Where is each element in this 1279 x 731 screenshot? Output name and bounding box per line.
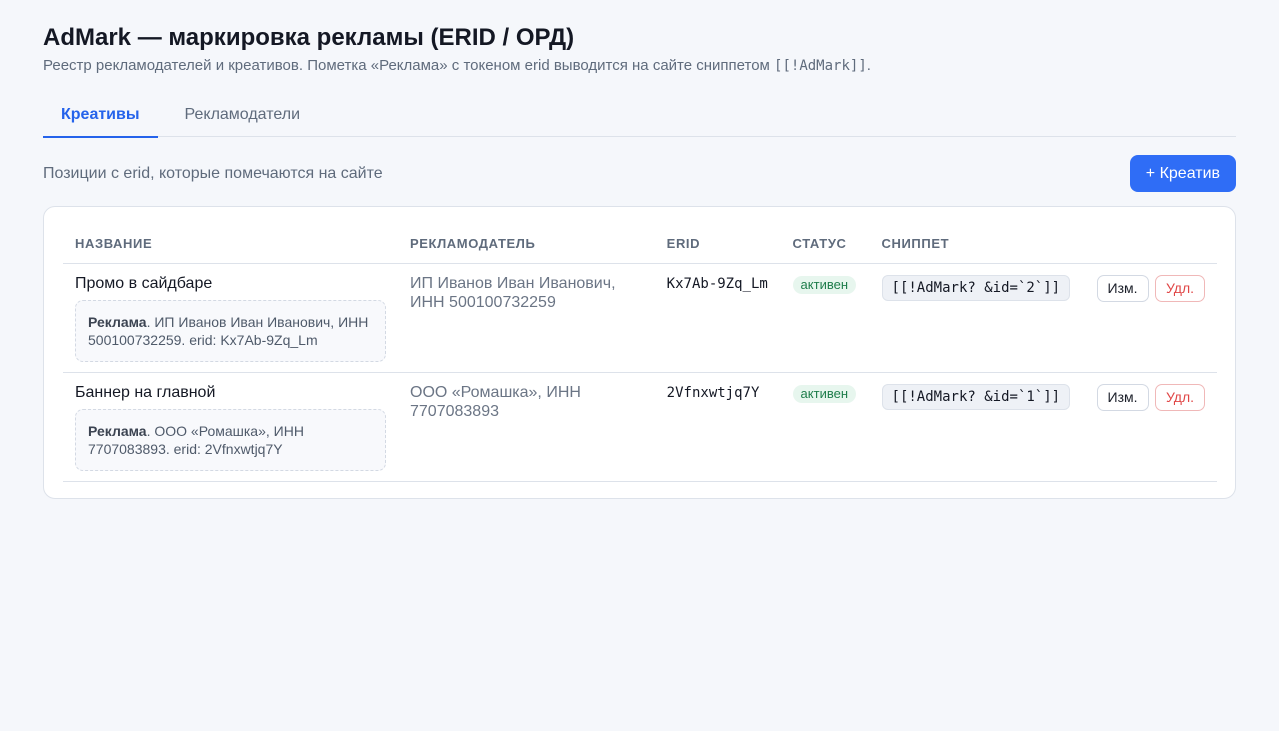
status-badge: активен	[792, 384, 856, 403]
advertiser-name: ООО «Ромашка», ИНН 7707083893	[410, 383, 581, 420]
creatives-table: НАЗВАНИЕ РЕКЛАМОДАТЕЛЬ ERID СТАТУС СНИПП…	[63, 225, 1217, 482]
cell-snippet: [[!AdMark? &id=`1`]]	[869, 372, 1085, 482]
section-header: Позиции с erid, которые помечаются на са…	[43, 155, 1236, 192]
subtitle-end: .	[866, 57, 871, 74]
preview-label-bold: Реклама	[88, 313, 147, 330]
cell-actions: Изм. Удл.	[1084, 372, 1217, 482]
tab-creatives[interactable]: Креативы	[43, 100, 158, 138]
subtitle-text: Реестр рекламодателей и креативов. Помет…	[43, 57, 775, 74]
column-header-name: НАЗВАНИЕ	[63, 225, 398, 264]
subtitle-snippet-code: [[!AdMark]]	[774, 58, 867, 74]
tabs-bar: Креативы Рекламодатели	[43, 100, 1236, 138]
delete-button[interactable]: Удл.	[1154, 383, 1205, 411]
creatives-card: НАЗВАНИЕ РЕКЛАМОДАТЕЛЬ ERID СТАТУС СНИПП…	[43, 206, 1236, 499]
cell-actions: Изм. Удл.	[1084, 263, 1217, 373]
erid-value: Kx7Ab-9Zq_Lm	[666, 275, 768, 292]
ad-label-preview: Реклама. ИП Иванов Иван Иванович, ИНН 50…	[75, 299, 386, 362]
edit-button[interactable]: Изм.	[1096, 383, 1149, 411]
cell-advertiser: ООО «Ромашка», ИНН 7707083893	[398, 372, 655, 482]
cell-advertiser: ИП Иванов Иван Иванович, ИНН 50010073225…	[398, 263, 655, 373]
cell-status: активен	[780, 372, 870, 482]
preview-label-bold: Реклама	[88, 422, 147, 439]
creative-name: Баннер на главной	[75, 383, 216, 401]
section-label: Позиции с erid, которые помечаются на са…	[43, 164, 383, 182]
table-row: Баннер на главной Реклама. ООО «Ромашка»…	[63, 372, 1217, 482]
table-row: Промо в сайдбаре Реклама. ИП Иванов Иван…	[63, 263, 1217, 373]
page-title: AdMark — маркировка рекламы (ERID / ОРД)	[43, 24, 575, 51]
snippet-code[interactable]: [[!AdMark? &id=`1`]]	[881, 383, 1071, 410]
column-header-erid: ERID	[654, 225, 781, 264]
snippet-code[interactable]: [[!AdMark? &id=`2`]]	[881, 274, 1071, 301]
cell-name: Промо в сайдбаре Реклама. ИП Иванов Иван…	[63, 263, 398, 373]
tab-advertisers[interactable]: Рекламодатели	[167, 100, 319, 137]
edit-button[interactable]: Изм.	[1096, 274, 1149, 302]
creative-name: Промо в сайдбаре	[75, 274, 213, 292]
erid-value: 2Vfnxwtjq7Y	[666, 384, 760, 401]
delete-button[interactable]: Удл.	[1154, 274, 1205, 302]
column-header-advertiser: РЕКЛАМОДАТЕЛЬ	[398, 225, 655, 264]
cell-erid: Kx7Ab-9Zq_Lm	[654, 263, 781, 373]
advertiser-name: ИП Иванов Иван Иванович, ИНН 50010073225…	[410, 274, 616, 311]
cell-snippet: [[!AdMark? &id=`2`]]	[869, 263, 1085, 373]
cell-status: активен	[780, 263, 870, 373]
ad-label-preview: Реклама. ООО «Ромашка», ИНН 7707083893. …	[75, 408, 386, 471]
add-creative-button[interactable]: + Креатив	[1129, 155, 1236, 192]
column-header-snippet: СНИППЕТ	[869, 225, 1085, 264]
page-subtitle: Реестр рекламодателей и креативов. Помет…	[43, 57, 1236, 75]
status-badge: активен	[792, 275, 856, 294]
column-header-actions	[1084, 225, 1217, 264]
cell-name: Баннер на главной Реклама. ООО «Ромашка»…	[63, 372, 398, 482]
page: AdMark — маркировка рекламы (ERID / ОРД)…	[43, 24, 1236, 499]
table-header-row: НАЗВАНИЕ РЕКЛАМОДАТЕЛЬ ERID СТАТУС СНИПП…	[63, 225, 1217, 264]
column-header-status: СТАТУС	[780, 225, 870, 264]
cell-erid: 2Vfnxwtjq7Y	[654, 372, 781, 482]
